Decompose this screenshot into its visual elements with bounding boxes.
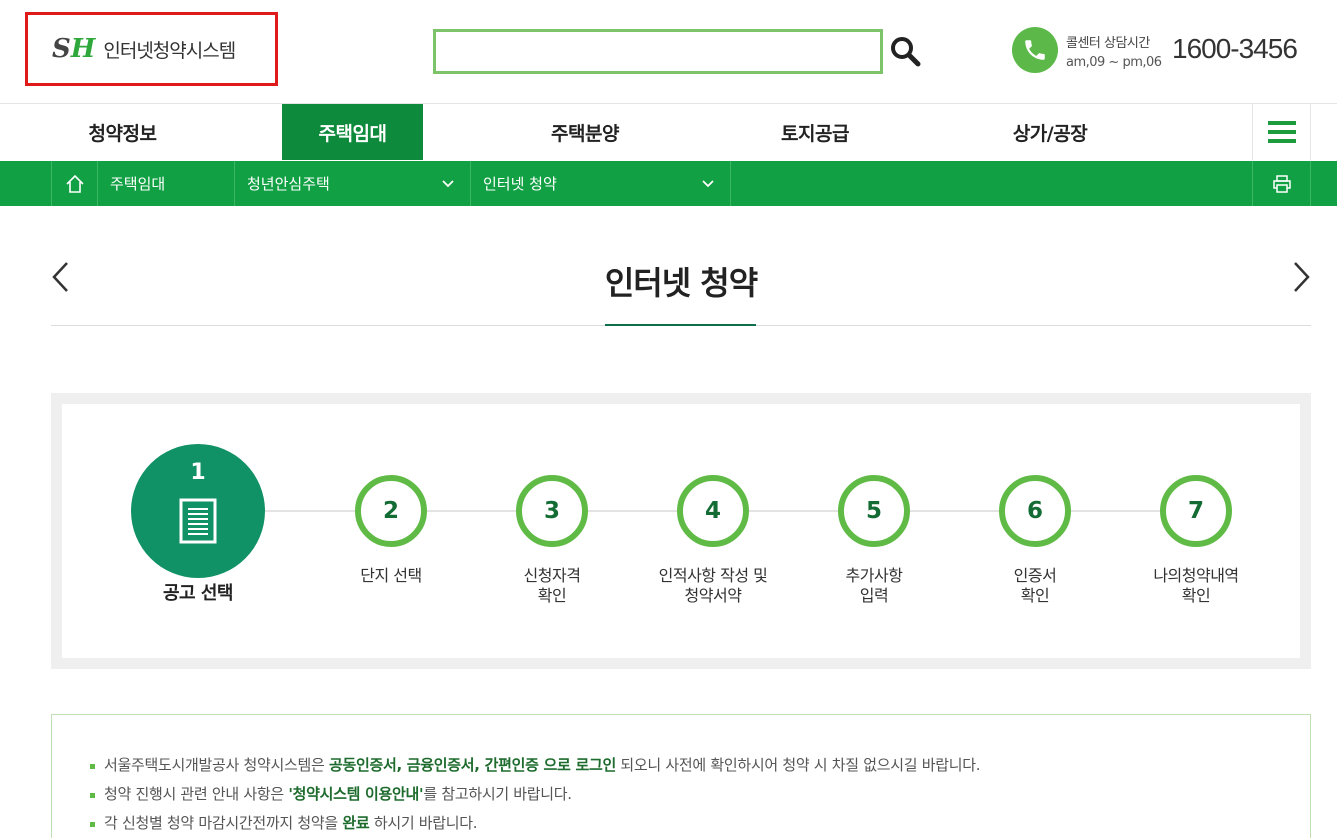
- breadcrumb-home[interactable]: [51, 161, 97, 206]
- print-icon: [1273, 174, 1291, 193]
- step-1-label: 공고 선택: [162, 583, 234, 604]
- step-progress: 1 공고 선택 2 단지 선택 3 신청자격 확인 4 인적사항 작성 및 청약…: [51, 393, 1311, 669]
- logo-mark: SH: [52, 34, 96, 64]
- notice-box: 서울주택도시개발공사 청약시스템은 공동인증서, 금융인증서, 간편인증 으로 …: [51, 714, 1311, 838]
- step-progress-panel: 1 공고 선택 2 단지 선택 3 신청자격 확인 4 인적사항 작성 및 청약…: [62, 404, 1300, 658]
- step-3-circle: 3: [516, 475, 588, 547]
- step-1-active: 1: [131, 444, 265, 578]
- nav-item-land-supply[interactable]: 토지공급: [720, 104, 910, 160]
- document-icon: [179, 498, 217, 544]
- next-page-button[interactable]: [1291, 261, 1311, 297]
- breadcrumb-level3-label: 인터넷 청약: [483, 175, 557, 193]
- search-button[interactable]: [888, 34, 922, 68]
- step-1-number: 1: [190, 460, 206, 485]
- step-5-label: 추가사항 입력: [845, 566, 903, 605]
- step-5-circle: 5: [838, 475, 910, 547]
- step-4-label: 인적사항 작성 및 청약서약: [658, 566, 768, 605]
- site-header: SH 인터넷청약시스템 콜센터 상담시간 am,09 ~ pm,06 1600-…: [0, 0, 1337, 104]
- nav-item-subscription-info[interactable]: 청약정보: [0, 104, 245, 160]
- step-4-circle: 4: [677, 475, 749, 547]
- step-3-label: 신청자격 확인: [523, 566, 581, 605]
- phone-icon: [1012, 27, 1058, 73]
- search-icon: [891, 37, 921, 67]
- chevron-right-icon: [1294, 262, 1310, 292]
- callcenter-hours: am,09 ~ pm,06: [1066, 55, 1162, 70]
- page-title-area: 인터넷 청약: [51, 206, 1311, 326]
- phone-number: 1600-3456: [1172, 33, 1298, 64]
- breadcrumb-level2-dropdown[interactable]: 청년안심주택: [234, 161, 470, 206]
- search-input[interactable]: [433, 29, 883, 74]
- callcenter-info: 콜센터 상담시간 am,09 ~ pm,06: [1066, 34, 1162, 72]
- notice-item: 청약 진행시 관련 안내 사항은 '청약시스템 이용안내'를 참고하시기 바랍니…: [90, 780, 980, 809]
- menu-icon: [1267, 121, 1296, 143]
- home-icon: [66, 174, 84, 193]
- page-title: 인터넷 청약: [604, 264, 758, 302]
- notice-list: 서울주택도시개발공사 청약시스템은 공동인증서, 금융인증서, 간편인증 으로 …: [90, 751, 980, 838]
- breadcrumb-level2-label: 청년안심주택: [247, 175, 330, 193]
- logo-text: 인터넷청약시스템: [103, 39, 236, 62]
- step-7-circle: 7: [1160, 475, 1232, 547]
- notice-item: 각 신청별 청약 마감시간전까지 청약을 완료 하시기 바랍니다.: [90, 809, 980, 838]
- nav-item-commercial-factory[interactable]: 상가/공장: [955, 104, 1145, 160]
- main-nav: 청약정보 주택임대 주택분양 토지공급 상가/공장: [0, 104, 1337, 161]
- nav-item-rental-housing[interactable]: 주택임대: [282, 104, 423, 160]
- step-2-circle: 2: [355, 475, 427, 547]
- breadcrumb: 주택임대 청년안심주택 인터넷 청약: [0, 161, 1337, 206]
- step-6-label: 인증서 확인: [1013, 566, 1057, 605]
- chevron-down-icon: [442, 180, 454, 188]
- step-6-circle: 6: [999, 475, 1071, 547]
- print-button[interactable]: [1252, 161, 1311, 206]
- title-underline: [605, 324, 756, 326]
- breadcrumb-level3-dropdown[interactable]: 인터넷 청약: [470, 161, 731, 206]
- usage-guide-link[interactable]: '청약시스템 이용안내': [288, 785, 423, 803]
- chevron-down-icon: [702, 180, 714, 188]
- callcenter-label: 콜센터 상담시간: [1066, 36, 1150, 51]
- menu-button[interactable]: [1252, 104, 1311, 160]
- step-2-label: 단지 선택: [360, 566, 422, 585]
- step-7-label: 나의청약내역 확인: [1153, 566, 1239, 605]
- notice-item: 서울주택도시개발공사 청약시스템은 공동인증서, 금융인증서, 간편인증 으로 …: [90, 751, 980, 780]
- site-logo-link[interactable]: SH 인터넷청약시스템: [25, 12, 278, 86]
- breadcrumb-level1[interactable]: 주택임대: [97, 161, 234, 206]
- nav-item-housing-sale[interactable]: 주택분양: [490, 104, 680, 160]
